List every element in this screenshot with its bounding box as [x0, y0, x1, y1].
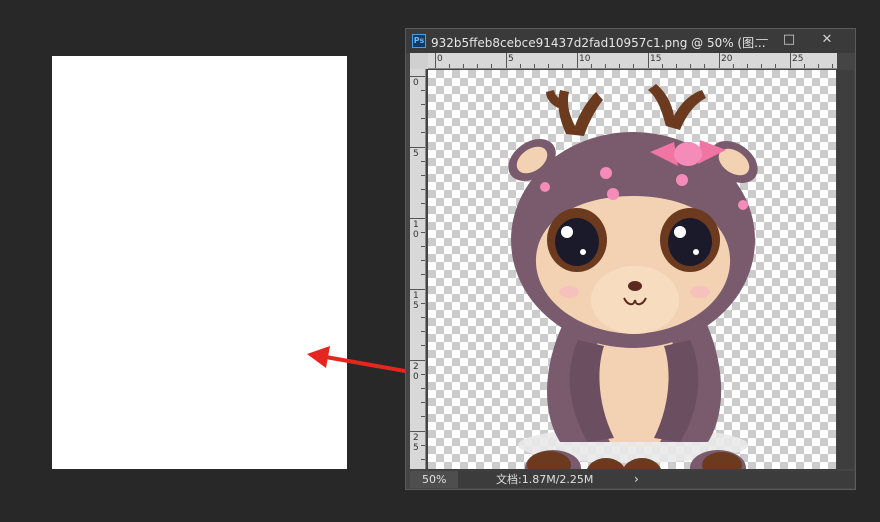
vertical-ruler[interactable]: 0 5 10 15 20 25: [410, 69, 426, 469]
photoshop-logo-icon: Ps: [412, 34, 426, 48]
vertical-scrollbar[interactable]: [837, 70, 854, 469]
minimize-button[interactable]: —: [750, 31, 774, 49]
maximize-button[interactable]: □: [777, 31, 801, 49]
close-button[interactable]: ✕: [812, 31, 842, 49]
ruler-tick-label: 5: [413, 149, 419, 159]
ruler-tick-label: 20: [721, 54, 733, 64]
document-size-info[interactable]: 文档:1.87M/2.25M: [496, 471, 593, 488]
horizontal-ruler[interactable]: 0 5 10 15 20 25: [428, 53, 837, 69]
transparent-canvas[interactable]: [428, 70, 836, 469]
ruler-tick-label: 10: [579, 54, 591, 64]
ruler-tick-label: 0: [413, 78, 419, 88]
document-titlebar[interactable]: Ps 932b5ffeb8cebce91437d2fad10957c1.png …: [406, 29, 855, 53]
document-title: 932b5ffeb8cebce91437d2fad10957c1.png @ 5…: [431, 36, 766, 50]
zoom-level-field[interactable]: 50%: [410, 471, 458, 488]
deer-plush-toy-image: [508, 84, 758, 469]
blank-white-document[interactable]: [52, 56, 347, 469]
photoshop-document-window[interactable]: Ps 932b5ffeb8cebce91437d2fad10957c1.png …: [405, 28, 856, 490]
ruler-tick-label: 15: [650, 54, 662, 64]
ruler-tick-label: 20: [413, 362, 419, 382]
ruler-tick-label: 25: [413, 433, 419, 453]
ruler-tick-label: 25: [792, 54, 804, 64]
vertical-ruler-ticks: [410, 76, 425, 460]
ruler-tick-label: 15: [413, 291, 419, 311]
ruler-tick-label: 10: [413, 220, 419, 240]
horizontal-ruler-ticks: [435, 53, 833, 68]
status-bar: 50% 文档:1.87M/2.25M ›: [410, 471, 854, 488]
status-menu-arrow-icon[interactable]: ›: [634, 471, 639, 488]
ruler-tick-label: 5: [508, 54, 514, 64]
ruler-origin[interactable]: [410, 53, 428, 69]
ruler-tick-label: 0: [437, 54, 443, 64]
